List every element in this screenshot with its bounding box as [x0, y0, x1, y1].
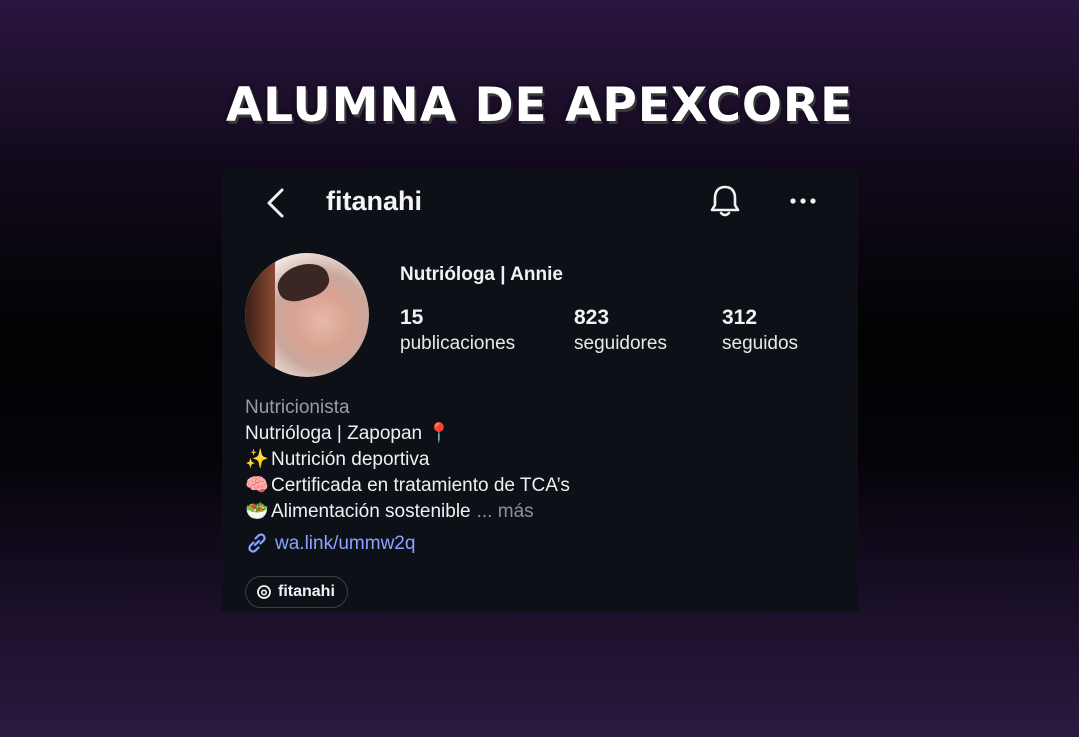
- bio-line: 🧠 Certificada en tratamiento de TCA’s: [245, 473, 570, 499]
- profile-link[interactable]: wa.link/ummw2q: [245, 531, 415, 555]
- threads-handle: fitanahi: [278, 583, 335, 600]
- chevron-left-icon[interactable]: [262, 185, 290, 221]
- display-name: Nutrióloga | Annie: [400, 264, 563, 285]
- threads-icon: [257, 585, 271, 599]
- stat-following-label: seguidos: [722, 333, 799, 354]
- salad-icon: 🥗: [245, 501, 269, 522]
- stat-posts-value: 15: [400, 306, 424, 329]
- stat-following[interactable]: 312 seguidos: [722, 306, 798, 355]
- bio-line-text: Nutrición deportiva: [271, 449, 430, 470]
- more-horizontal-icon[interactable]: [788, 195, 818, 207]
- stat-followers[interactable]: 823 seguidores: [574, 306, 667, 355]
- bio-line-text: Certificada en tratamiento de TCA’s: [271, 475, 570, 496]
- profile-username: fitanahi: [326, 186, 423, 216]
- bio-line-text: Alimentación sostenible: [271, 501, 471, 522]
- stat-following-value: 312: [722, 306, 758, 329]
- stat-followers-value: 823: [574, 306, 610, 329]
- link-icon: [248, 533, 266, 553]
- stat-followers-label: seguidores: [574, 333, 667, 354]
- stat-posts[interactable]: 15 publicaciones: [400, 306, 515, 355]
- page-headline: ALUMNA DE APEXCORE: [225, 78, 854, 133]
- sparkles-icon: ✨: [245, 449, 269, 470]
- profile-bio: Nutricionista Nutrióloga | Zapopan 📍 ✨ Nu…: [245, 395, 570, 525]
- bio-more-link[interactable]: ... más: [477, 501, 534, 522]
- brain-icon: 🧠: [245, 475, 269, 496]
- instagram-profile-card: fitanahi Nutrióloga | Annie 15 publicaci…: [222, 169, 858, 612]
- bio-line: Nutrióloga | Zapopan 📍: [245, 421, 570, 447]
- threads-profile-chip[interactable]: fitanahi: [245, 576, 348, 608]
- bell-icon[interactable]: [708, 183, 742, 219]
- profile-link-text: wa.link/ummw2q: [275, 533, 416, 554]
- bio-line: 🥗 Alimentación sostenible ... más: [245, 499, 570, 525]
- profile-category: Nutricionista: [245, 397, 350, 418]
- bio-line-text: Nutrióloga | Zapopan 📍: [245, 423, 452, 444]
- bio-line: ✨ Nutrición deportiva: [245, 447, 570, 473]
- avatar[interactable]: [245, 253, 369, 377]
- stat-posts-label: publicaciones: [400, 333, 516, 354]
